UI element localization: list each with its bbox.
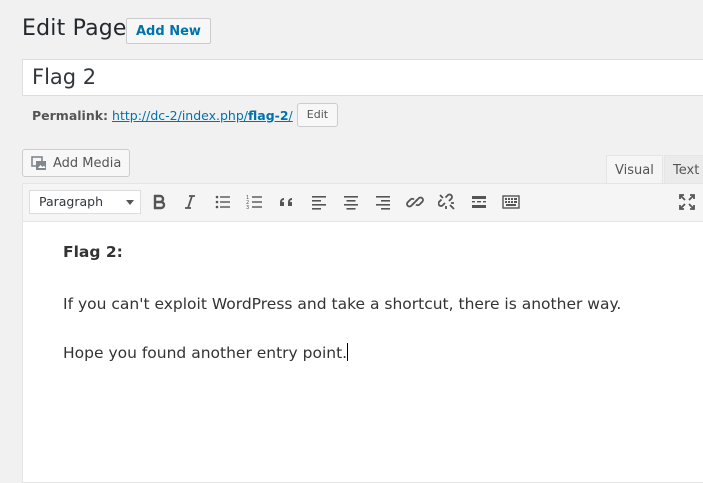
text-cursor [347, 343, 349, 361]
fullscreen-icon[interactable] [675, 190, 699, 214]
bulleted-list-icon[interactable] [211, 190, 235, 214]
permalink-row: Permalink: http://dc-2/index.php/flag-2/… [32, 103, 339, 127]
tab-text[interactable]: Text [664, 155, 703, 184]
align-center-icon[interactable] [339, 190, 363, 214]
add-media-label: Add Media [53, 155, 122, 171]
numbered-list-icon[interactable]: 123 [243, 190, 267, 214]
format-select-value: Paragraph [39, 194, 104, 209]
permalink-label: Permalink: [32, 107, 109, 123]
edit-slug-button[interactable]: Edit [296, 103, 339, 127]
add-new-button[interactable]: Add New [126, 18, 211, 44]
align-left-icon[interactable] [307, 190, 331, 214]
post-title-input[interactable]: Flag 2 [22, 59, 703, 96]
media-icon [31, 156, 46, 170]
permalink-link[interactable]: http://dc-2/index.php/flag-2/ [112, 108, 293, 123]
tab-visual[interactable]: Visual [606, 155, 663, 184]
blockquote-icon[interactable] [275, 190, 299, 214]
toolbar-toggle-icon[interactable] [499, 190, 523, 214]
chevron-down-icon [126, 200, 134, 205]
bold-icon[interactable] [147, 190, 171, 214]
read-more-icon[interactable] [467, 190, 491, 214]
insert-link-icon[interactable] [403, 190, 427, 214]
svg-text:3: 3 [246, 205, 249, 211]
remove-link-icon[interactable] [435, 190, 459, 214]
format-select[interactable]: Paragraph [29, 190, 141, 214]
add-media-button[interactable]: Add Media [22, 149, 131, 177]
align-right-icon[interactable] [371, 190, 395, 214]
editor-toolbar: Paragraph 123 [23, 184, 703, 222]
content-paragraph: If you can't exploit WordPress and take … [63, 295, 622, 313]
content-heading: Flag 2: [63, 243, 123, 261]
editor: Paragraph 123 Flag 2: If you can't explo… [22, 183, 703, 483]
italic-icon[interactable] [178, 190, 202, 214]
content-paragraph: Hope you found another entry point. [63, 343, 349, 362]
page-title: Edit Page [22, 16, 127, 41]
